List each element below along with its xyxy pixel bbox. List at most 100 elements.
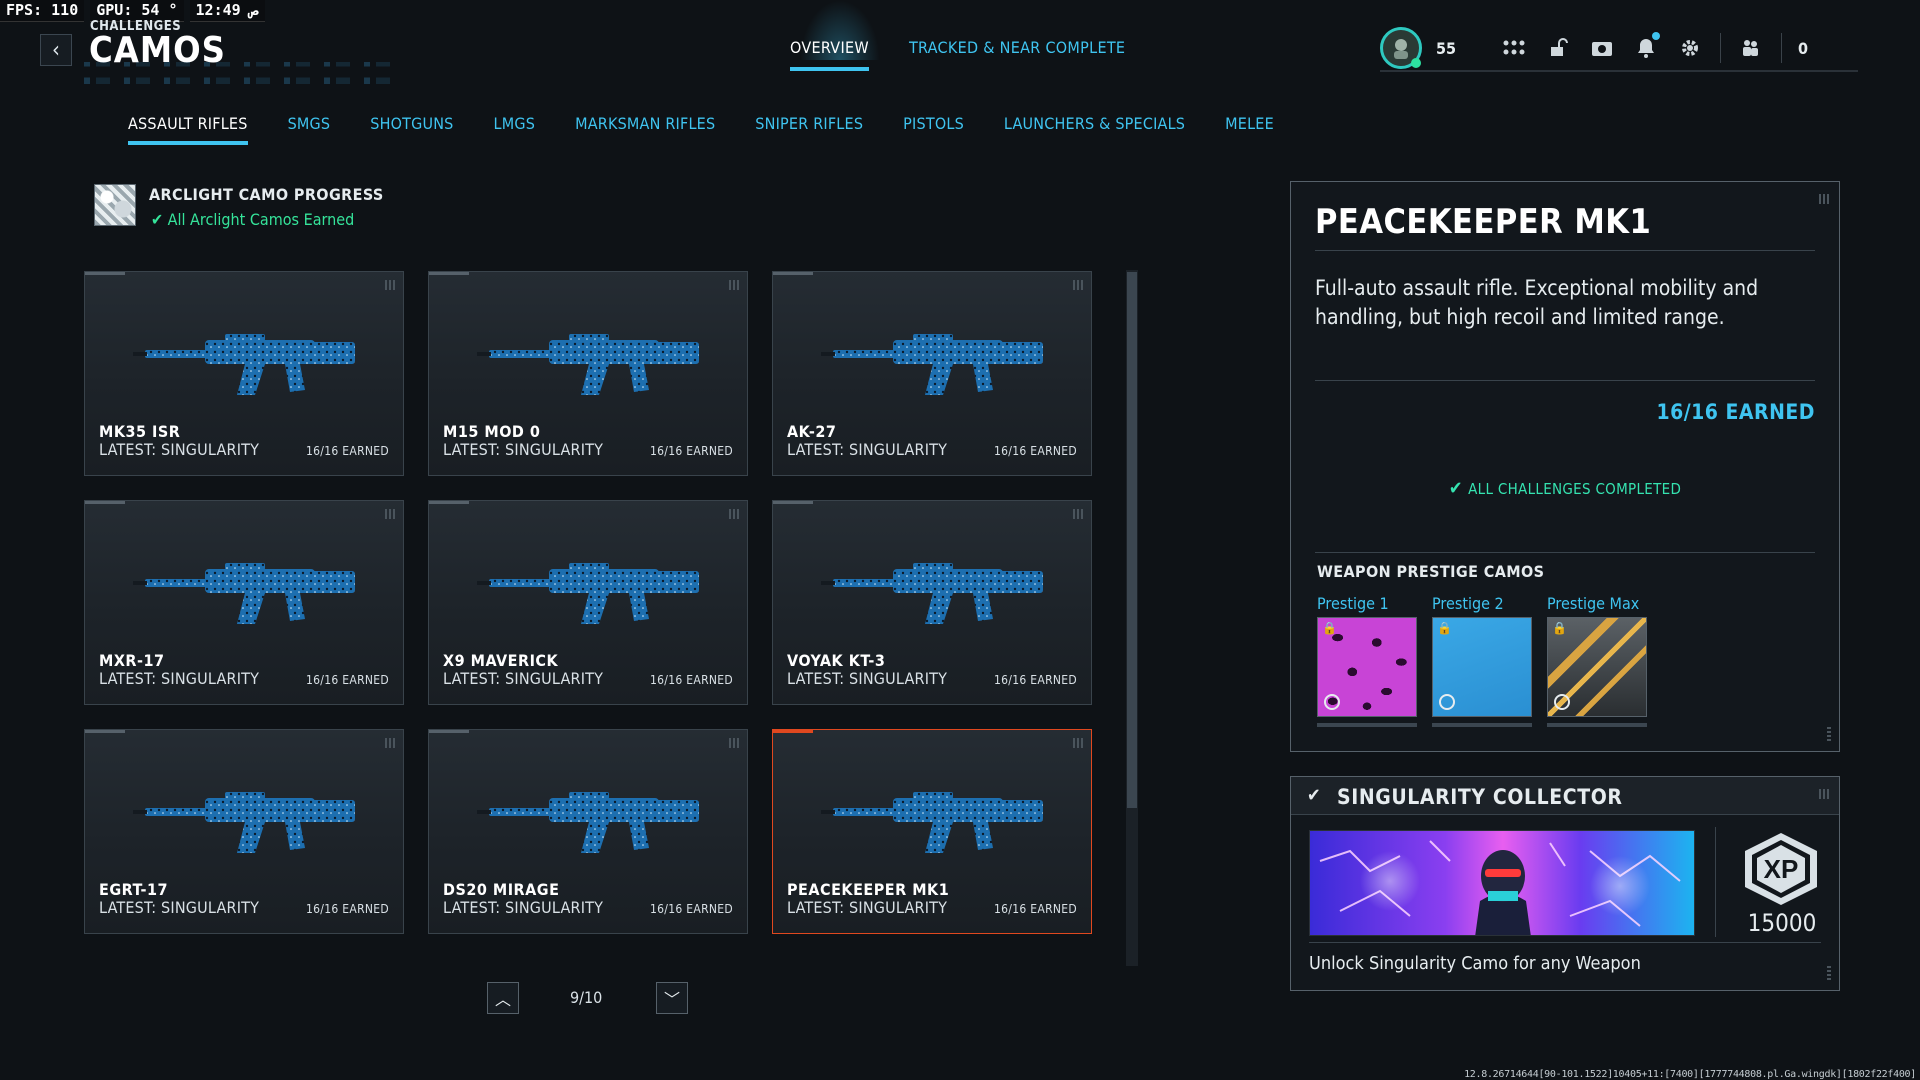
prestige-camo-1[interactable]: Prestige 1 🔒	[1317, 594, 1417, 727]
card-corner-mark	[729, 738, 739, 748]
weapon-card[interactable]: DS20 MIRAGE LATEST: SINGULARITY 16/16 EARN…	[428, 729, 748, 934]
prestige-ring-icon	[1554, 694, 1570, 710]
category-tabs: ASSAULT RIFLES SMGS SHOTGUNS LMGS MARKSM…	[128, 114, 1274, 145]
card-corner-mark	[385, 280, 395, 290]
card-accent-bar	[85, 730, 125, 733]
card-accent-bar	[85, 501, 125, 504]
prestige-ring-icon	[1324, 694, 1340, 710]
all-challenges-text: ALL CHALLENGES COMPLETED	[1468, 480, 1682, 498]
challenge-title: SINGULARITY COLLECTOR	[1337, 785, 1623, 809]
weapon-image	[477, 563, 699, 624]
category-marksman-rifles[interactable]: MARKSMAN RIFLES	[575, 114, 715, 145]
page-up-button[interactable]: ︿	[487, 982, 519, 1014]
card-corner-mark	[1073, 280, 1083, 290]
category-launchers-specials[interactable]: LAUNCHERS & SPECIALS	[1004, 114, 1185, 145]
divider	[1315, 380, 1815, 381]
weapon-name: VOYAK KT-3	[787, 651, 886, 670]
page-indicator: 9/10	[570, 988, 603, 1007]
unlock-icon[interactable]	[1536, 28, 1580, 68]
category-sniper-rifles[interactable]: SNIPER RIFLES	[755, 114, 863, 145]
weapon-card[interactable]: MK35 ISR LATEST: SINGULARITY 16/16 EARNED	[84, 271, 404, 476]
weapon-name: EGRT-17	[99, 880, 168, 899]
weapon-earned-count: 16/16 EARNED	[993, 902, 1077, 916]
weapon-latest-camo: LATEST: SINGULARITY	[99, 669, 260, 688]
weapon-card[interactable]: EGRT-17 LATEST: SINGULARITY 16/16 EARNED	[84, 729, 404, 934]
tab-overview[interactable]: OVERVIEW	[790, 38, 869, 71]
weapon-card[interactable]: X9 MAVERICK LATEST: SINGULARITY 16/16 EARN…	[428, 500, 748, 705]
weapon-latest-camo: LATEST: SINGULARITY	[787, 440, 948, 459]
back-button[interactable]: ‹	[40, 34, 72, 66]
tab-tracked-near-complete[interactable]: TRACKED & NEAR COMPLETE	[909, 38, 1125, 71]
weapon-name: X9 MAVERICK	[443, 651, 559, 670]
lock-icon: 🔒	[1552, 621, 1567, 635]
category-assault-rifles[interactable]: ASSAULT RIFLES	[128, 114, 248, 145]
category-lmgs[interactable]: LMGS	[494, 114, 536, 145]
grid-icon[interactable]	[1492, 28, 1536, 68]
divider	[1315, 552, 1815, 553]
gear-icon[interactable]	[1668, 28, 1712, 68]
weapon-name: DS20 MIRAGE	[443, 880, 560, 899]
weapon-card[interactable]: VOYAK KT-3 LATEST: SINGULARITY 16/16 EARNE…	[772, 500, 1092, 705]
chevron-up-icon: ︿	[494, 990, 511, 1009]
all-challenges-completed: ✔ ALL CHALLENGES COMPLETED	[1291, 478, 1839, 499]
weapon-earned-count: 16/16 EARNED	[305, 902, 389, 916]
weapon-card[interactable]: MXR-17 LATEST: SINGULARITY 16/16 EARNED	[84, 500, 404, 705]
prestige-label: Prestige Max	[1547, 594, 1640, 613]
weapon-detail-panel: PEACEKEEPER MK1 Full-auto assault rifle.…	[1290, 181, 1840, 752]
weapon-card[interactable]: M15 MOD 0 LATEST: SINGULARITY 16/16 EARNED	[428, 271, 748, 476]
weapon-image	[821, 563, 1043, 624]
resize-handle	[1827, 727, 1831, 743]
prestige-1-swatch: 🔒	[1317, 617, 1417, 717]
prestige-progress-bar	[1547, 723, 1647, 727]
card-corner-mark	[729, 280, 739, 290]
party-icon[interactable]	[1729, 28, 1773, 68]
weapon-earned-count: 16/16 EARNED	[649, 673, 733, 687]
lock-icon: 🔒	[1322, 621, 1337, 635]
card-accent-bar	[429, 272, 469, 275]
prestige-camo-max[interactable]: Prestige Max 🔒	[1547, 594, 1647, 727]
weapon-latest-camo: LATEST: SINGULARITY	[443, 440, 604, 459]
clock-readout: 12:49 ص	[189, 0, 265, 22]
player-avatar[interactable]	[1380, 27, 1422, 69]
weapon-image	[477, 334, 699, 395]
page-down-button[interactable]: ﹀	[656, 982, 688, 1014]
prestige-camo-2[interactable]: Prestige 2 🔒	[1432, 594, 1532, 727]
weapon-earned-count: 16/16 EARNED	[993, 444, 1077, 458]
weapon-earned-count: 16/16 EARNED	[305, 444, 389, 458]
bell-icon[interactable]	[1624, 28, 1668, 68]
weapon-image	[133, 334, 355, 395]
weapon-card[interactable]: AK-27 LATEST: SINGULARITY 16/16 EARNED	[772, 271, 1092, 476]
arclight-status-text: All Arclight Camos Earned	[167, 210, 355, 229]
category-melee[interactable]: MELEE	[1225, 114, 1274, 145]
weapon-name: AK-27	[787, 422, 837, 441]
build-info: 12.8.26714644[90-101.1522]10405+11:[7400…	[1464, 1069, 1916, 1080]
category-smgs[interactable]: SMGS	[288, 114, 331, 145]
card-corner-mark	[1073, 509, 1083, 519]
card-accent-bar	[773, 501, 813, 504]
chevron-down-icon: ﹀	[663, 990, 680, 1009]
arclight-camo-thumbnail	[94, 184, 136, 226]
detail-weapon-name: PEACEKEEPER MK1	[1315, 202, 1652, 242]
card-corner-mark	[385, 509, 395, 519]
prestige-progress-bar	[1317, 723, 1417, 727]
prestige-camos-header: WEAPON PRESTIGE CAMOS	[1317, 562, 1545, 581]
camera-icon[interactable]	[1580, 28, 1624, 68]
weapon-latest-camo: LATEST: SINGULARITY	[443, 669, 604, 688]
scrollbar-thumb[interactable]	[1127, 272, 1137, 808]
weapon-card[interactable]: PEACEKEEPER MK1 LATEST: SINGULARITY 16/16 …	[772, 729, 1092, 934]
weapon-earned-count: 16/16 EARNED	[649, 902, 733, 916]
weapon-image	[133, 792, 355, 853]
party-count: 0	[1798, 38, 1809, 58]
weapon-image	[821, 334, 1043, 395]
divider	[1309, 942, 1821, 943]
chevron-left-icon: ‹	[52, 37, 60, 63]
check-icon: ✔	[1448, 478, 1469, 499]
card-corner-mark	[729, 509, 739, 519]
panel-corner-mark	[1819, 789, 1829, 799]
weapon-image	[477, 792, 699, 853]
weapon-name: PEACEKEEPER MK1	[787, 880, 950, 899]
xp-reward: 15000	[1747, 909, 1817, 937]
category-shotguns[interactable]: SHOTGUNS	[370, 114, 453, 145]
divider	[1781, 33, 1783, 63]
category-pistols[interactable]: PISTOLS	[903, 114, 964, 145]
